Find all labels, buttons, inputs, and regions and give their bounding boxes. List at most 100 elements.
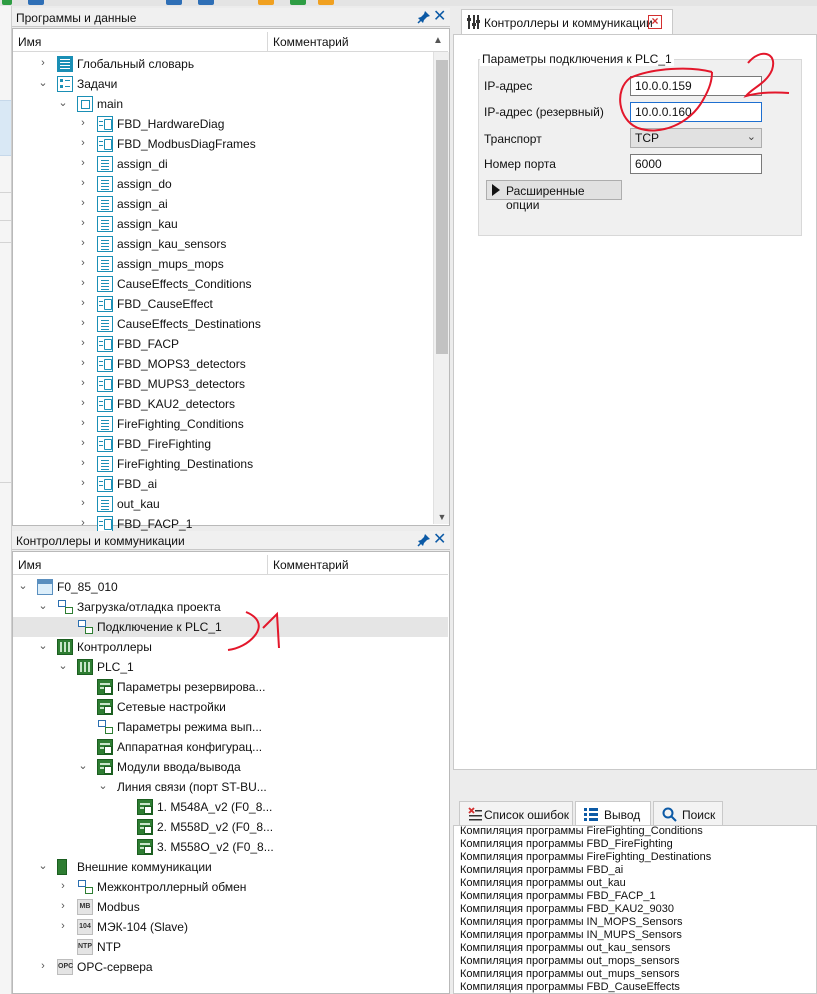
- tree-row[interactable]: ⌄ F0_85_010: [13, 577, 448, 597]
- programs-scrollbar[interactable]: ▼: [433, 52, 449, 524]
- tree-row[interactable]: › FBD_MOPS3_detectors: [13, 354, 433, 374]
- chevron-down-icon[interactable]: ⌄: [37, 639, 49, 653]
- toolbar-icon[interactable]: [28, 0, 44, 5]
- tree-row[interactable]: › FBD_CauseEffect: [13, 294, 433, 314]
- chevron-right-icon[interactable]: ›: [77, 296, 89, 310]
- column-comment-header[interactable]: Комментарий: [273, 35, 349, 49]
- tree-row[interactable]: ⌄ PLC_1: [13, 657, 448, 677]
- tree-row[interactable]: › FBD_HardwareDiag: [13, 114, 433, 134]
- close-icon[interactable]: ✕: [433, 8, 446, 26]
- chevron-right-icon[interactable]: ›: [77, 456, 89, 470]
- pin-icon[interactable]: [417, 533, 431, 547]
- chevron-right-icon[interactable]: ›: [77, 276, 89, 290]
- chevron-down-icon[interactable]: ⌄: [37, 859, 49, 873]
- tree-row[interactable]: ⌄ Загрузка/отладка проекта: [13, 597, 448, 617]
- tree-row[interactable]: NTP NTP: [13, 937, 448, 957]
- ip-address-field[interactable]: 10.0.0.159: [630, 76, 762, 96]
- tree-row[interactable]: Аппаратная конфигурац...: [13, 737, 448, 757]
- chevron-right-icon[interactable]: ›: [37, 56, 49, 70]
- tree-row[interactable]: › OPC OPC-сервера: [13, 957, 448, 977]
- column-name-header[interactable]: Имя: [18, 558, 41, 572]
- pin-icon[interactable]: [417, 10, 431, 24]
- tree-row[interactable]: › MB Modbus: [13, 897, 448, 917]
- ip-backup-field[interactable]: 10.0.0.160: [630, 102, 762, 122]
- chevron-right-icon[interactable]: ›: [77, 156, 89, 170]
- chevron-right-icon[interactable]: ›: [77, 496, 89, 510]
- tree-row[interactable]: › CauseEffects_Conditions: [13, 274, 433, 294]
- tree-row[interactable]: 3. M558O_v2 (F0_8...: [13, 837, 448, 857]
- tree-row[interactable]: › FBD_ai: [13, 474, 433, 494]
- chevron-right-icon[interactable]: ›: [57, 899, 69, 913]
- chevron-down-icon[interactable]: ⌄: [37, 599, 49, 613]
- chevron-right-icon[interactable]: ›: [77, 116, 89, 130]
- scroll-down-icon[interactable]: ▼: [434, 510, 450, 524]
- chevron-right-icon[interactable]: ›: [77, 476, 89, 490]
- tree-row[interactable]: 2. M558D_v2 (F0_8...: [13, 817, 448, 837]
- chevron-down-icon[interactable]: ⌄: [57, 659, 69, 673]
- chevron-down-icon[interactable]: ⌄: [77, 759, 89, 773]
- tab-controllers-communications[interactable]: Контроллеры и коммуникации ×: [461, 9, 673, 34]
- tree-row[interactable]: ⌄ Задачи: [13, 74, 433, 94]
- tree-row[interactable]: › assign_kau: [13, 214, 433, 234]
- chevron-right-icon[interactable]: ›: [77, 316, 89, 330]
- tree-row[interactable]: › assign_kau_sensors: [13, 234, 433, 254]
- tree-row[interactable]: Параметры резервирова...: [13, 677, 448, 697]
- column-name-header[interactable]: Имя: [18, 35, 41, 49]
- chevron-right-icon[interactable]: ›: [77, 396, 89, 410]
- advanced-options-button[interactable]: Расширенные опции: [486, 180, 622, 212]
- tree-row[interactable]: › assign_mups_mops: [13, 254, 433, 274]
- tree-row[interactable]: 1. M548A_v2 (F0_8...: [13, 797, 448, 817]
- chevron-down-icon[interactable]: ⌄: [57, 96, 69, 110]
- chevron-right-icon[interactable]: ›: [77, 236, 89, 250]
- chevron-right-icon[interactable]: ›: [57, 919, 69, 933]
- chevron-down-icon[interactable]: ⌄: [17, 579, 29, 593]
- tree-row[interactable]: › assign_do: [13, 174, 433, 194]
- tree-row[interactable]: ⌄ main: [13, 94, 433, 114]
- chevron-right-icon[interactable]: ›: [77, 416, 89, 430]
- tree-row[interactable]: Сетевые настройки: [13, 697, 448, 717]
- chevron-right-icon[interactable]: ›: [77, 256, 89, 270]
- toolbar-icon[interactable]: [318, 0, 334, 5]
- tree-row[interactable]: › CauseEffects_Destinations: [13, 314, 433, 334]
- tree-row[interactable]: › Глобальный словарь: [13, 54, 433, 74]
- tree-row[interactable]: › assign_ai: [13, 194, 433, 214]
- chevron-down-icon[interactable]: ⌄: [37, 76, 49, 90]
- toolbar-icon[interactable]: [290, 0, 306, 5]
- column-comment-header[interactable]: Комментарий: [273, 558, 349, 572]
- tree-row[interactable]: ⌄ Модули ввода/вывода: [13, 757, 448, 777]
- tree-row[interactable]: › FireFighting_Destinations: [13, 454, 433, 474]
- toolbar-icon[interactable]: [2, 0, 12, 5]
- scroll-up-icon[interactable]: ▲: [433, 35, 443, 46]
- chevron-right-icon[interactable]: ›: [77, 176, 89, 190]
- tree-row[interactable]: Параметры режима вып...: [13, 717, 448, 737]
- scrollbar-thumb[interactable]: [436, 60, 448, 354]
- chevron-right-icon[interactable]: ›: [77, 136, 89, 150]
- tab-search[interactable]: Поиск: [653, 801, 723, 826]
- toolbar-icon[interactable]: [198, 0, 214, 5]
- transport-select[interactable]: TCP ⌄: [630, 128, 762, 148]
- tree-row[interactable]: › FBD_FireFighting: [13, 434, 433, 454]
- tree-row[interactable]: › Межконтроллерный обмен: [13, 877, 448, 897]
- toolbar-icon[interactable]: [258, 0, 274, 5]
- tree-row[interactable]: › FBD_ModbusDiagFrames: [13, 134, 433, 154]
- tree-row[interactable]: › FBD_FACP: [13, 334, 433, 354]
- tree-row[interactable]: ⌄ Линия связи (порт ST-BU...: [13, 777, 448, 797]
- chevron-down-icon[interactable]: ⌄: [97, 779, 109, 793]
- toolbar-icon[interactable]: [166, 0, 182, 5]
- tab-output[interactable]: Вывод: [575, 801, 651, 826]
- tree-row[interactable]: ⌄ Контроллеры: [13, 637, 448, 657]
- chevron-right-icon[interactable]: ›: [77, 436, 89, 450]
- tree-row[interactable]: Подключение к PLC_1: [13, 617, 448, 637]
- chevron-right-icon[interactable]: ›: [77, 376, 89, 390]
- tree-row[interactable]: › FireFighting_Conditions: [13, 414, 433, 434]
- tree-row[interactable]: › out_kau: [13, 494, 433, 514]
- tree-row[interactable]: › 104 МЭК-104 (Slave): [13, 917, 448, 937]
- chevron-right-icon[interactable]: ›: [37, 959, 49, 973]
- chevron-right-icon[interactable]: ›: [77, 336, 89, 350]
- left-dock-selected-item[interactable]: [0, 100, 11, 156]
- chevron-right-icon[interactable]: ›: [77, 516, 89, 530]
- tree-row[interactable]: › FBD_KAU2_detectors: [13, 394, 433, 414]
- tree-row[interactable]: ⌄ Внешние коммуникации: [13, 857, 448, 877]
- tree-row[interactable]: › FBD_MUPS3_detectors: [13, 374, 433, 394]
- chevron-right-icon[interactable]: ›: [77, 216, 89, 230]
